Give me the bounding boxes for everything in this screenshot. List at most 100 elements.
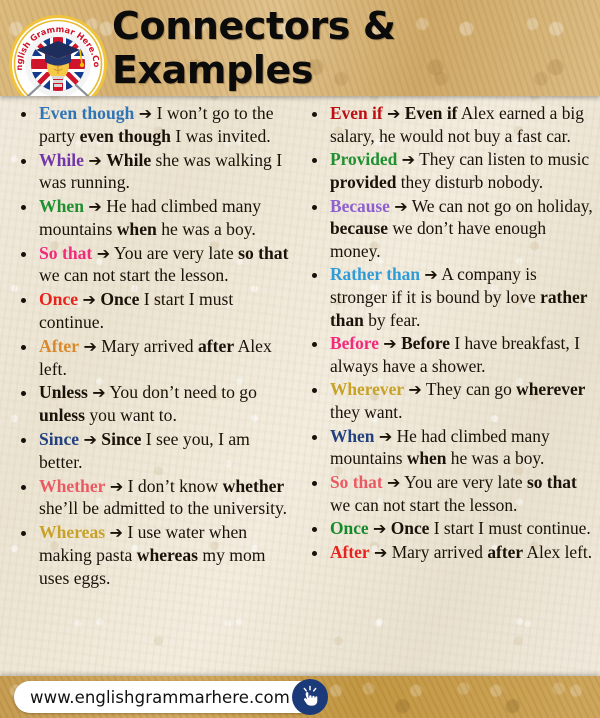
example-bold-text: Even if — [404, 103, 458, 123]
list-item: Whether ➔ I don’t know whether she’ll be… — [8, 475, 291, 521]
connector-keyword: Once — [39, 289, 79, 310]
arrow-icon: ➔ — [138, 104, 153, 123]
arrow-icon: ➔ — [83, 429, 97, 449]
connector-keyword: So that — [39, 242, 93, 263]
arrow-icon: ➔ — [373, 542, 388, 562]
example-bold-text: because — [330, 218, 388, 239]
connector-keyword: Once — [330, 518, 369, 539]
example-bold-text: provided — [330, 171, 397, 192]
list-item: Even though ➔ I won’t go to the party ev… — [8, 102, 291, 148]
example-text: he was a boy. — [446, 448, 545, 469]
left-column: Even though ➔ I won’t go to the party ev… — [0, 96, 295, 676]
example-bold-text: even though — [79, 125, 171, 146]
website-url-text: www.englishgrammarhere.com — [30, 687, 290, 707]
example-text: They can go — [425, 379, 517, 400]
example-text: Alex left. — [523, 541, 593, 562]
arrow-icon: ➔ — [378, 426, 393, 446]
example-bold-text: Once — [100, 289, 140, 310]
connector-keyword: Rather than — [330, 264, 421, 285]
connector-keyword: Since — [39, 428, 80, 449]
example-bold-text: after — [487, 541, 524, 562]
arrow-icon: ➔ — [88, 150, 102, 170]
example-bold-text: after — [198, 335, 235, 356]
connector-keyword: Whether — [39, 475, 106, 496]
english-grammar-here-logo: English Grammar Here.Com — [8, 14, 107, 96]
connector-keyword: Provided — [330, 149, 398, 170]
website-url-pill[interactable]: www.englishgrammarhere.com — [14, 679, 328, 715]
arrow-icon: ➔ — [424, 265, 438, 285]
example-text: she’ll be admitted to the university. — [39, 498, 288, 519]
footer-band: www.englishgrammarhere.com — [0, 676, 600, 718]
example-text: They can listen to music — [419, 149, 590, 170]
example-bold-text: so that — [526, 471, 577, 492]
connector-list-right: Even if ➔ Even if Alex earned a big sala… — [299, 102, 594, 564]
page-title: Connectors & Examples — [112, 4, 396, 92]
example-text: you want to. — [84, 405, 177, 426]
arrow-icon: ➔ — [401, 150, 416, 170]
header-band: English Grammar Here.Com Connectors & Ex… — [0, 0, 600, 96]
content-columns: Even though ➔ I won’t go to the party ev… — [0, 96, 600, 676]
arrow-icon: ➔ — [383, 334, 397, 354]
example-text: I start I must continue. — [429, 518, 591, 539]
connector-keyword: So that — [330, 471, 383, 492]
example-text: You are very late — [113, 242, 239, 263]
example-bold-text: whether — [222, 475, 285, 496]
list-item: While ➔ While she was walking I was runn… — [8, 149, 291, 195]
connector-keyword: When — [330, 425, 375, 446]
arrow-icon: ➔ — [88, 197, 102, 217]
connector-keyword: Even if — [330, 103, 383, 123]
list-item: After ➔ Mary arrived after Alex left. — [299, 541, 594, 564]
arrow-icon: ➔ — [373, 519, 387, 539]
arrow-icon: ➔ — [82, 290, 96, 310]
example-text: Mary arrived — [101, 335, 198, 356]
arrow-icon: ➔ — [109, 523, 123, 543]
example-text: they disturb nobody. — [396, 171, 544, 192]
connector-keyword: Wherever — [330, 379, 405, 400]
arrow-icon: ➔ — [408, 380, 422, 400]
arrow-icon: ➔ — [387, 104, 401, 123]
list-item: Once ➔ Once I start I must continue. — [8, 288, 291, 334]
arrow-icon: ➔ — [83, 336, 97, 356]
connector-keyword: While — [39, 149, 84, 170]
list-item: Once ➔ Once I start I must continue. — [299, 517, 594, 540]
list-item: Wherever ➔ They can go wherever they wan… — [299, 378, 594, 423]
example-bold-text: Before — [401, 333, 450, 354]
arrow-icon: ➔ — [387, 472, 401, 492]
example-bold-text: when — [406, 448, 447, 469]
list-item: When ➔ He had climbed many mountains whe… — [299, 425, 594, 470]
example-text: You don’t need to go — [109, 382, 257, 403]
example-text: I don’t know — [127, 475, 223, 496]
example-bold-text: so that — [238, 242, 289, 263]
example-text: I was invited. — [170, 125, 271, 146]
list-item: Before ➔ Before I have breakfast, I alwa… — [299, 332, 594, 377]
example-text: We can not go on holiday, — [411, 195, 593, 216]
poster-page: English Grammar Here.Com Connectors & Ex… — [0, 0, 600, 718]
example-bold-text: wherever — [516, 379, 586, 400]
connector-keyword: Before — [330, 333, 379, 354]
example-bold-text: Once — [390, 518, 430, 539]
example-bold-text: whereas — [136, 544, 198, 565]
example-text: by fear. — [363, 309, 421, 330]
arrow-icon: ➔ — [96, 243, 111, 263]
list-item: Unless ➔ You don’t need to go unless you… — [8, 381, 291, 427]
example-text: we can not start the lesson. — [330, 494, 518, 515]
list-item: After ➔ Mary arrived after Alex left. — [8, 335, 291, 381]
example-text: we can not start the lesson. — [39, 265, 229, 286]
connector-keyword: Unless — [39, 382, 88, 403]
pointing-hand-click-icon — [292, 679, 328, 715]
connector-keyword: Whereas — [39, 522, 106, 543]
example-bold-text: when — [116, 218, 157, 239]
list-item: Even if ➔ Even if Alex earned a big sala… — [299, 102, 594, 147]
right-column: Even if ➔ Even if Alex earned a big sala… — [295, 96, 600, 676]
list-item: Because ➔ We can not go on holiday, beca… — [299, 195, 594, 263]
arrow-icon: ➔ — [394, 196, 408, 216]
connector-keyword: When — [39, 196, 84, 217]
arrow-icon: ➔ — [92, 383, 106, 403]
connector-keyword: After — [39, 335, 80, 356]
example-bold-text: While — [106, 149, 152, 170]
list-item: Since ➔ Since I see you, I am better. — [8, 428, 291, 474]
connector-keyword: After — [330, 541, 370, 562]
list-item: Rather than ➔ A company is stronger if i… — [299, 263, 594, 331]
example-bold-text: unless — [39, 405, 85, 426]
connector-keyword: Because — [330, 195, 390, 216]
